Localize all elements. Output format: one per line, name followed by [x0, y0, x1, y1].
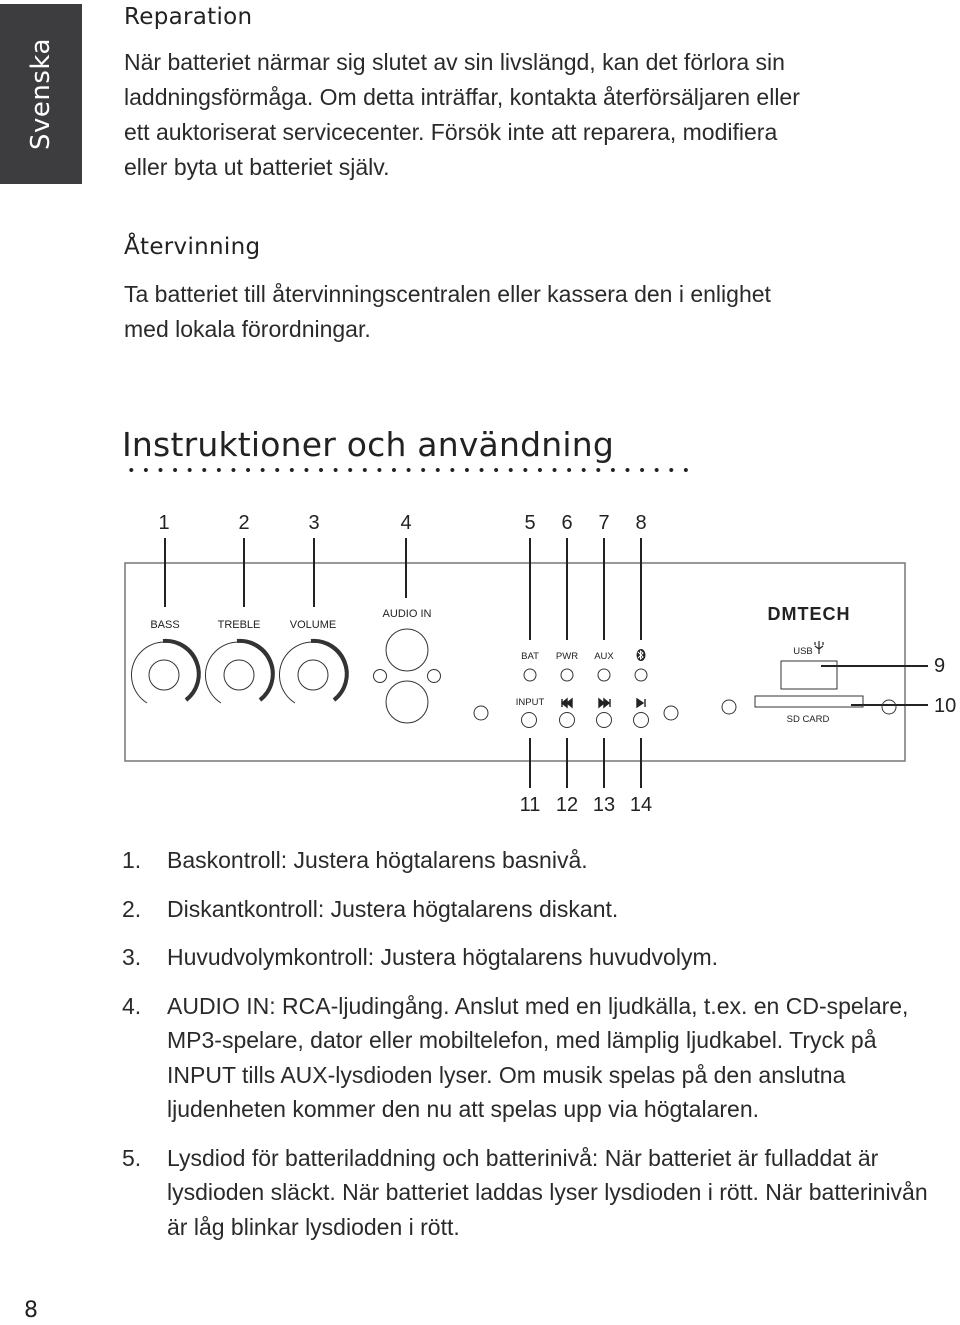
next-track-icon — [598, 697, 611, 709]
audio-in-label: AUDIO IN — [383, 608, 432, 620]
callout-7: 7 — [598, 512, 609, 534]
pwr-label: PWR — [556, 651, 578, 662]
callout-12: 12 — [556, 794, 578, 816]
list-item: 1. Baskontroll: Justera högtalarens basni… — [122, 847, 588, 873]
callout-3: 3 — [308, 512, 319, 534]
bat-label: BAT — [521, 651, 539, 662]
usb-icon — [814, 641, 824, 654]
brand-logo: DMTECH — [768, 604, 851, 624]
usb-label: USB — [793, 646, 813, 657]
list-item: 3. Huvudvolymkontroll: Justera högtalaren… — [122, 944, 718, 970]
callout-8: 8 — [635, 512, 646, 534]
callout-9: 9 — [934, 655, 945, 677]
callout-2: 2 — [238, 512, 249, 534]
callout-4: 4 — [400, 512, 411, 534]
callout-11: 11 — [520, 794, 541, 816]
volume-knob[interactable] — [278, 638, 349, 704]
device-front-panel-diagram: 1 2 3 4 5 6 7 8 9 10 11 12 13 14 BASS TR… — [124, 512, 956, 816]
bass-knob[interactable] — [130, 638, 201, 704]
sd-card-slot — [754, 695, 864, 708]
callout-5: 5 — [524, 512, 535, 534]
callout-13: 13 — [593, 794, 615, 816]
treble-knob[interactable] — [204, 638, 275, 704]
leader-lines — [164, 538, 928, 788]
bass-label: BASS — [150, 619, 179, 631]
input-label: INPUT — [516, 697, 545, 708]
led-indicators — [523, 668, 648, 682]
list-item: 2. Diskantkontroll: Justera högtalarens d… — [122, 895, 619, 922]
aux-label: AUX — [594, 651, 614, 662]
page-number: 8 — [24, 1298, 38, 1323]
audio-in-jacks — [373, 628, 441, 724]
callout-10: 10 — [934, 695, 956, 717]
list-item: 4. AUDIO IN: RCA-ljudingång. Anslut med e… — [122, 992, 909, 1123]
callout-14: 14 — [630, 794, 652, 816]
volume-label: VOLUME — [290, 619, 336, 631]
callout-1: 1 — [158, 512, 169, 534]
sd-card-label: SD CARD — [787, 714, 830, 725]
knobs — [130, 628, 897, 728]
previous-track-icon — [560, 697, 573, 709]
panel-outline — [124, 562, 906, 762]
list-item: 5. Lysdiod för batteriladdning och batter… — [122, 1144, 928, 1240]
treble-label: TREBLE — [218, 619, 261, 631]
play-pause-icon — [636, 697, 646, 709]
instruction-list: 1. Baskontroll: Justera högtalarens basni… — [122, 843, 932, 1258]
callout-6: 6 — [561, 512, 572, 534]
